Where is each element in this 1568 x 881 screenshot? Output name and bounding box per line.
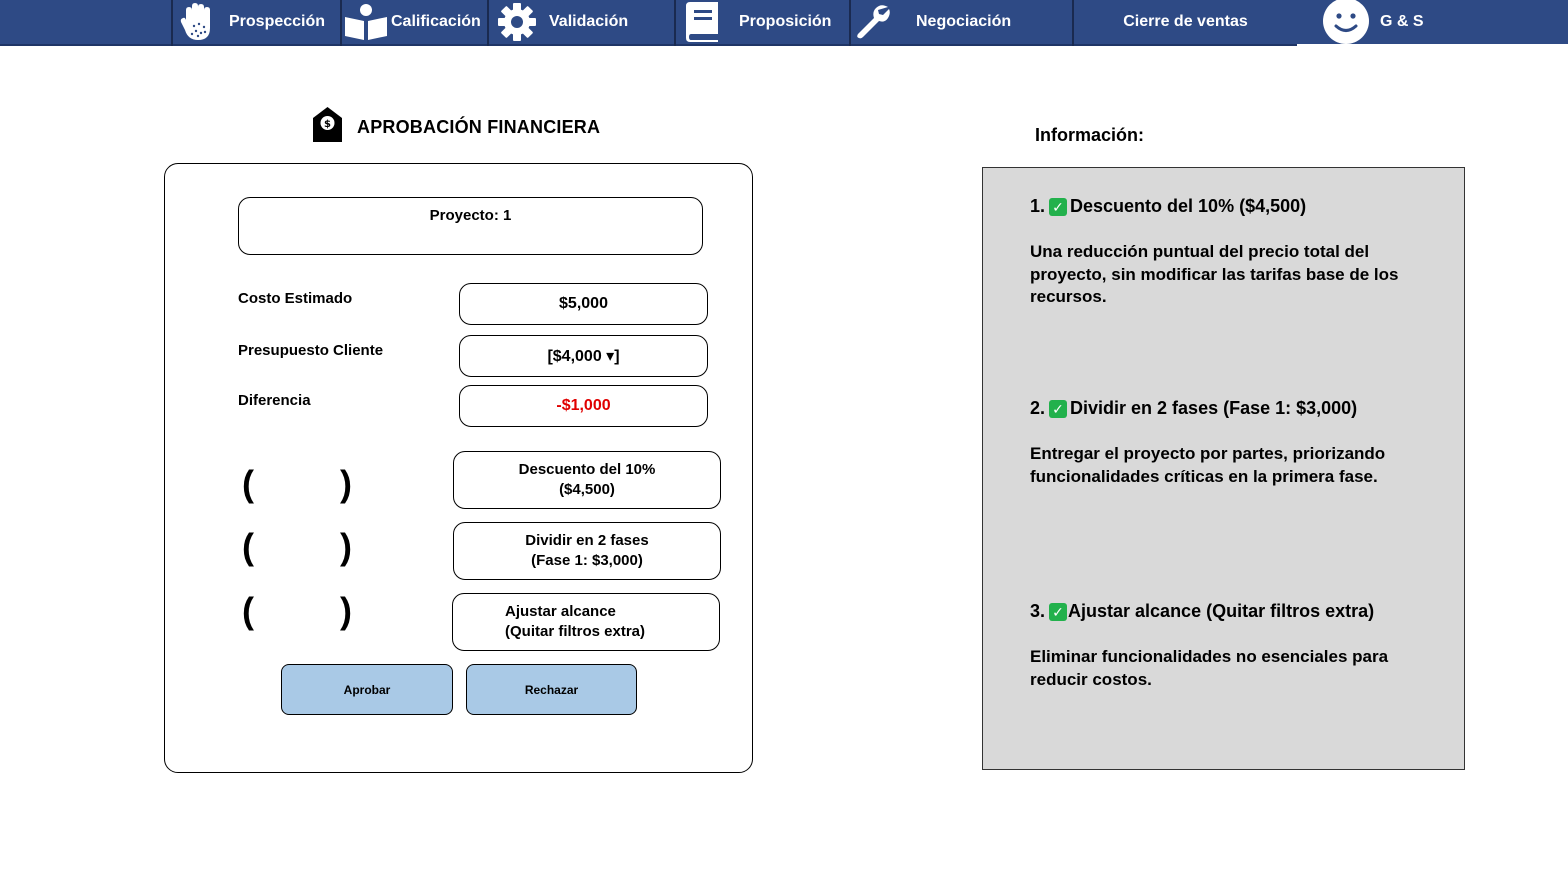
- option-line1: Dividir en 2 fases: [525, 532, 649, 549]
- costo-estimado-label: Costo Estimado: [238, 290, 353, 307]
- option-ajustar-alcance[interactable]: Ajustar alcance (Quitar filtros extra): [452, 593, 720, 651]
- nav-item-label: Validación: [549, 13, 629, 30]
- option-line1: Ajustar alcance: [505, 603, 616, 620]
- svg-text:$: $: [324, 119, 331, 130]
- info-item-1-text: Una reducción puntual del precio total d…: [1030, 242, 1399, 306]
- option-descuento[interactable]: Descuento del 10% ($4,500): [453, 451, 721, 509]
- info-item-1-heading: 1. ✓ Descuento del 10% ($4,500): [1030, 196, 1306, 217]
- wrench-icon: [855, 4, 891, 40]
- info-item-number: 3.: [1030, 601, 1046, 621]
- info-item-heading-text: Descuento del 10% ($4,500): [1070, 196, 1307, 216]
- presupuesto-cliente-label: Presupuesto Cliente: [238, 342, 384, 359]
- top-nav: Prospección Calificación Validación Prop…: [0, 0, 1568, 46]
- gear-icon: [497, 2, 537, 42]
- option-2-checkbox-open[interactable]: (: [242, 529, 254, 565]
- user-menu[interactable]: G & S: [1322, 0, 1568, 44]
- nav-item-prospeccion[interactable]: Prospección: [180, 0, 340, 44]
- info-title: Información:: [1035, 125, 1145, 145]
- smiley-avatar-icon: [1322, 0, 1370, 45]
- nav-item-validacion[interactable]: Validación: [497, 0, 674, 44]
- check-icon: ✓: [1049, 602, 1068, 621]
- costo-estimado-value: $5,000: [459, 283, 708, 325]
- info-item-3-text: Eliminar funcionalidades no esenciales p…: [1030, 647, 1389, 689]
- section-title: $ APROBACIÓN FINANCIERA: [312, 106, 600, 148]
- nav-item-negociacion[interactable]: Negociación: [855, 0, 1072, 44]
- option-line2: (Quitar filtros extra): [505, 623, 646, 640]
- check-icon: ✓: [1049, 399, 1068, 418]
- option-3-checkbox-close[interactable]: ): [340, 593, 352, 629]
- option-3-checkbox-open[interactable]: (: [242, 593, 254, 629]
- user-label: G & S: [1380, 13, 1424, 30]
- hand-icon: [180, 2, 218, 42]
- info-item-heading-text: Dividir en 2 fases (Fase 1: $3,000): [1070, 398, 1358, 418]
- diferencia-label: Diferencia: [238, 392, 311, 409]
- option-line2: ($4,500): [559, 481, 615, 498]
- option-line1: Descuento del 10%: [518, 461, 656, 478]
- info-item-2-heading: 2. ✓ Dividir en 2 fases (Fase 1: $3,000): [1030, 398, 1357, 419]
- project-field: Proyecto: 1: [238, 197, 703, 255]
- nav-item-proposicion[interactable]: Proposición: [683, 0, 849, 44]
- info-item-heading-text: Ajustar alcance (Quitar filtros extra): [1068, 601, 1375, 621]
- option-line2: (Fase 1: $3,000): [531, 552, 643, 569]
- nav-divider: [340, 0, 342, 46]
- nav-item-label: Negociación: [916, 13, 1012, 30]
- approve-button[interactable]: Aprobar: [281, 664, 453, 715]
- nav-item-calificacion[interactable]: Calificación: [344, 0, 487, 44]
- nav-divider: [674, 0, 676, 46]
- info-item-2-text: Entregar el proyecto por partes, prioriz…: [1030, 444, 1386, 486]
- reject-button[interactable]: Rechazar: [466, 664, 637, 715]
- book-icon: [683, 1, 721, 43]
- option-2-checkbox-close[interactable]: ): [340, 529, 352, 565]
- info-item-number: 1.: [1030, 196, 1046, 216]
- info-item-3-heading: 3. ✓ Ajustar alcance (Quitar filtros ext…: [1030, 601, 1374, 622]
- presupuesto-cliente-dropdown[interactable]: [$4,000 ▾]: [459, 335, 708, 377]
- nav-divider: [171, 0, 173, 46]
- option-1-checkbox-open[interactable]: (: [242, 466, 254, 502]
- nav-item-label: Prospección: [229, 13, 326, 30]
- check-icon: ✓: [1049, 197, 1068, 216]
- nav-divider: [487, 0, 489, 46]
- info-item-number: 2.: [1030, 398, 1046, 418]
- nav-item-cierre-de-ventas[interactable]: Cierre de ventas: [1074, 0, 1297, 44]
- nav-item-label: Cierre de ventas: [1123, 13, 1248, 30]
- nav-divider: [849, 0, 851, 46]
- diferencia-value: -$1,000: [459, 385, 708, 427]
- nav-item-label: Calificación: [391, 13, 481, 30]
- option-1-checkbox-close[interactable]: ): [340, 466, 352, 502]
- money-tag-icon: $: [312, 106, 343, 148]
- nav-item-label: Proposición: [739, 13, 832, 30]
- option-dividir-fases[interactable]: Dividir en 2 fases (Fase 1: $3,000): [453, 522, 721, 580]
- page-title: APROBACIÓN FINANCIERA: [357, 116, 601, 137]
- book-reader-icon: [344, 3, 388, 41]
